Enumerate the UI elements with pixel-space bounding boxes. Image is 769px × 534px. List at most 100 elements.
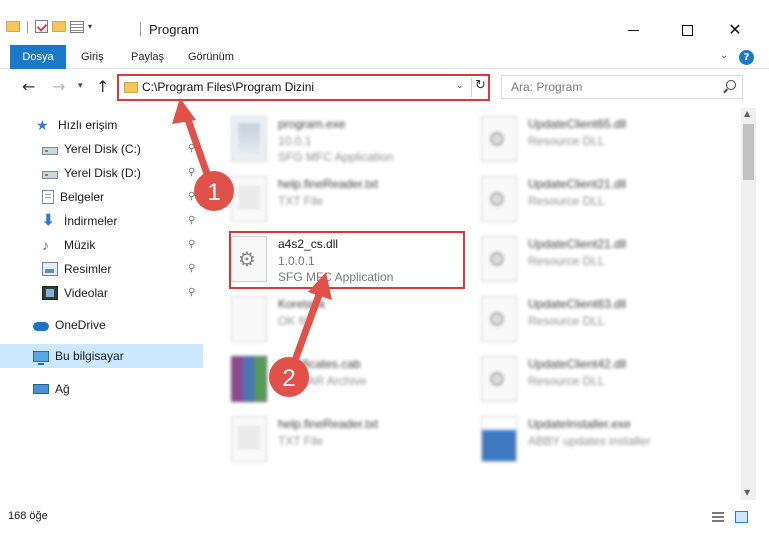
scroll-up-icon[interactable]: ▲ (744, 109, 750, 118)
dll-gear-icon (481, 116, 517, 162)
file-type: TXT File (278, 434, 324, 448)
list-item[interactable]: UpdateClient65.dll Resource DLL (463, 112, 703, 172)
properties-check-icon[interactable] (35, 20, 48, 33)
properties-icon[interactable] (70, 20, 84, 33)
sidebar-item-network[interactable]: Ağ (0, 377, 203, 401)
file-type: Resource DLL (528, 134, 605, 148)
sidebar-item-videos[interactable]: Videolar ⚲ (0, 281, 203, 305)
sidebar-item-label: OneDrive (55, 318, 106, 332)
title-separator (140, 22, 141, 36)
help-icon[interactable]: ? (739, 50, 754, 65)
sidebar-item-music[interactable]: ♪ Müzik ⚲ (0, 233, 203, 257)
list-item[interactable]: Certificates.cab WinRAR Archive (213, 352, 453, 412)
list-item[interactable]: UpdateClient63.dll Resource DLL (463, 292, 703, 352)
dll-gear-icon (481, 236, 517, 282)
cloud-icon (33, 322, 49, 331)
file-type: OK file (278, 314, 315, 328)
sidebar-item-label: Belgeler (60, 190, 105, 204)
pin-icon[interactable]: ⚲ (188, 239, 195, 250)
sidebar-item-disk-d[interactable]: Yerel Disk (D:) ⚲ (0, 161, 203, 185)
pin-icon[interactable]: ⚲ (188, 167, 195, 178)
scrollbar-thumb[interactable] (743, 124, 754, 180)
tab-home[interactable]: Giriş (81, 45, 104, 69)
expand-ribbon-icon[interactable]: ⌄ (720, 50, 728, 61)
tab-view[interactable]: Görünüm (188, 45, 234, 69)
sidebar-item-quick-access[interactable]: ★ Hızlı erişim (0, 113, 203, 137)
file-type: Resource DLL (528, 194, 605, 208)
list-item[interactable]: Koretask OK file (213, 292, 453, 352)
sidebar-item-downloads[interactable]: ⬇ İndirmeler ⚲ (0, 209, 203, 233)
sidebar-item-label: Videolar (64, 286, 108, 300)
forward-arrow-icon[interactable]: → (52, 77, 65, 96)
file-name: help.fineReader.txt (278, 177, 379, 191)
tab-share[interactable]: Paylaş (131, 45, 164, 69)
folder-icon[interactable] (6, 21, 20, 32)
address-path[interactable]: C:\Program Files\Program Dizini (142, 80, 314, 94)
file-name: UpdateClient42.dll (528, 357, 627, 371)
close-button[interactable]: ✕ (712, 16, 758, 44)
customize-toolbar-icon[interactable]: ▾ (88, 22, 92, 31)
list-item[interactable]: UpdateClient21.dll Resource DLL (463, 172, 703, 232)
file-name: UpdateClient63.dll (528, 297, 627, 311)
address-separator (471, 78, 472, 97)
title-bar: ▾ Program ✕ (0, 0, 769, 45)
list-item[interactable]: UpdateClient42.dll Resource DLL (463, 352, 703, 412)
new-folder-icon[interactable] (52, 21, 66, 32)
list-item[interactable]: help.fineReader.txt TXT File (213, 172, 453, 232)
vertical-scrollbar[interactable]: ▲ ▼ (741, 108, 756, 500)
pin-icon[interactable]: ⚲ (188, 191, 195, 202)
close-icon: ✕ (728, 20, 742, 39)
winrar-icon (231, 356, 267, 402)
scroll-down-icon[interactable]: ▼ (744, 488, 750, 497)
download-icon: ⬇ (42, 212, 55, 229)
music-icon: ♪ (42, 237, 49, 253)
details-view-icon[interactable] (712, 512, 724, 522)
search-icon[interactable] (726, 80, 736, 90)
file-version: 10.0.1 (278, 134, 312, 148)
videos-icon (42, 286, 58, 300)
address-bar[interactable]: C:\Program Files\Program Dizini ⌄ ↻ (117, 74, 490, 101)
recent-locations-icon[interactable]: ▾ (78, 81, 83, 91)
address-dropdown-icon[interactable]: ⌄ (456, 81, 464, 91)
highlight-box-target-file (229, 231, 465, 289)
file-name: UpdateClient21.dll (528, 237, 627, 251)
file-name: UpdateInstaller.exe (528, 417, 631, 431)
sidebar-item-this-pc[interactable]: Bu bilgisayar (0, 344, 203, 368)
pictures-icon (42, 262, 58, 276)
file-type: TXT File (278, 194, 324, 208)
pin-icon[interactable]: ⚲ (188, 263, 195, 274)
ribbon-tabs: Dosya Giriş Paylaş Görünüm ⌄ ? (0, 45, 769, 69)
up-arrow-icon[interactable]: ↑ (96, 77, 109, 96)
file-list: program.exe 10.0.1 SFG MFC Application h… (213, 108, 740, 500)
installer-icon (481, 416, 517, 462)
status-bar: 168 öğe (0, 503, 769, 534)
sidebar-item-label: Ağ (55, 382, 70, 396)
pin-icon[interactable]: ⚲ (188, 287, 195, 298)
tab-file[interactable]: Dosya (10, 45, 66, 69)
maximize-button[interactable] (664, 16, 710, 44)
minimize-button[interactable] (610, 16, 656, 44)
disk-icon (42, 146, 58, 155)
search-input[interactable]: Ara: Program (501, 75, 743, 99)
large-icons-view-icon[interactable] (735, 511, 748, 523)
window-title: Program (149, 22, 199, 37)
file-type: Resource DLL (528, 254, 605, 268)
list-item[interactable]: UpdateInstaller.exe ABBY updates install… (463, 412, 703, 472)
pin-icon[interactable]: ⚲ (188, 143, 195, 154)
sidebar-item-onedrive[interactable]: OneDrive (0, 313, 203, 337)
back-arrow-icon[interactable]: ← (22, 77, 35, 96)
list-item[interactable]: program.exe 10.0.1 SFG MFC Application (213, 112, 453, 172)
folder-icon (124, 82, 138, 93)
file-type: Resource DLL (528, 374, 605, 388)
sidebar-item-pictures[interactable]: Resimler ⚲ (0, 257, 203, 281)
pin-icon[interactable]: ⚲ (188, 215, 195, 226)
list-item[interactable]: help.fineReader.txt TXT File (213, 412, 453, 472)
dll-gear-icon (481, 356, 517, 402)
file-type: Resource DLL (528, 314, 605, 328)
file-description: SFG MFC Application (278, 150, 394, 164)
refresh-icon[interactable]: ↻ (475, 78, 486, 93)
sidebar-item-label: Müzik (64, 238, 96, 252)
list-item[interactable]: UpdateClient21.dll Resource DLL (463, 232, 703, 292)
sidebar-item-documents[interactable]: Belgeler ⚲ (0, 185, 203, 209)
sidebar-item-disk-c[interactable]: Yerel Disk (C:) ⚲ (0, 137, 203, 161)
